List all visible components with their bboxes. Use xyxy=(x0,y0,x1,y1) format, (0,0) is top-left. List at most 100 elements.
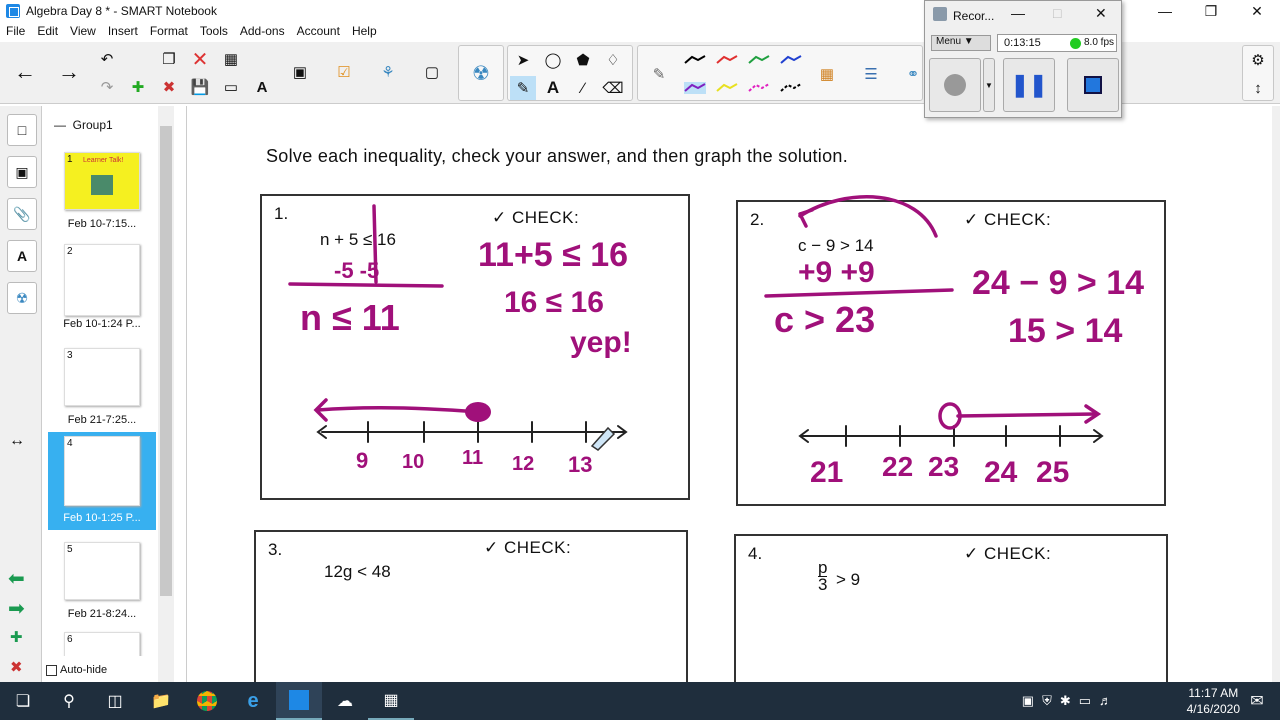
addon-icon[interactable]: ⚘ xyxy=(375,60,401,84)
menu-account[interactable]: Account xyxy=(291,24,346,38)
task-view-icon[interactable]: ◫ xyxy=(92,682,138,720)
search-icon[interactable]: ⚲ xyxy=(46,682,92,720)
record-options-button[interactable]: ▼ xyxy=(983,58,995,112)
pen-purple-icon[interactable] xyxy=(684,82,706,94)
notifications-icon[interactable]: ✉ xyxy=(1234,682,1280,720)
eraser-icon[interactable]: ⌫ xyxy=(600,76,626,100)
recorder-taskbar-icon[interactable]: ▦ xyxy=(368,682,414,720)
resize-sidebar-icon[interactable]: ↔ xyxy=(9,432,25,450)
ink-p1-tick-13: 13 xyxy=(568,452,592,477)
select-arrow-icon[interactable]: ➤ xyxy=(510,48,536,72)
stop-button[interactable] xyxy=(1067,58,1119,112)
pen-blue-icon[interactable] xyxy=(780,54,802,66)
shape-recognition-icon[interactable]: ◯ xyxy=(540,48,566,72)
page-thumb-3[interactable]: 3 Feb 21-7:25... xyxy=(48,344,156,440)
sidebar-delete-page-icon[interactable]: ✖ xyxy=(10,658,23,676)
recorder-maximize-button[interactable]: □ xyxy=(1053,5,1061,21)
tools-group-a: ☢ xyxy=(458,45,504,101)
gallery-tab-icon[interactable]: ▣ xyxy=(7,156,37,188)
line-style-icon[interactable]: ☰ xyxy=(858,62,884,86)
autohide-checkbox[interactable] xyxy=(46,664,57,676)
redo-icon[interactable]: ↷ xyxy=(94,75,120,99)
page-thumb-4[interactable]: 4 Feb 10-1:25 P... xyxy=(48,432,156,530)
addons-tab-icon[interactable]: ☢ xyxy=(7,282,37,314)
page-thumb-2[interactable]: 2 Feb 10-1:24 P... xyxy=(48,240,156,336)
menu-tools[interactable]: Tools xyxy=(194,24,234,38)
windows-start-icon[interactable]: ❏ xyxy=(0,682,46,720)
recorder-window: Recor... — □ ✕ Menu ▼ 0:13:15 8.0 fps ▼ … xyxy=(924,0,1122,118)
pen-black-icon[interactable] xyxy=(684,54,706,66)
color-palette-icon[interactable]: ▦ xyxy=(814,62,840,86)
system-tray-icons[interactable]: ▣⛨✱▭♬ xyxy=(1022,693,1120,709)
menu-insert[interactable]: Insert xyxy=(102,24,144,38)
text-icon[interactable]: A xyxy=(540,76,566,100)
menu-help[interactable]: Help xyxy=(346,24,383,38)
menu-file[interactable]: File xyxy=(0,24,31,38)
table-icon[interactable]: ▦ xyxy=(218,47,244,71)
ink-p1-result: n ≤ 11 xyxy=(300,297,400,338)
group-header[interactable]: — Group1▼ xyxy=(54,118,169,132)
puzzle-addon-icon[interactable]: ☢ xyxy=(468,61,494,85)
pens-icon[interactable]: ✎ xyxy=(510,76,536,100)
chrome-icon[interactable] xyxy=(184,682,230,720)
pen-red-icon[interactable] xyxy=(716,54,738,66)
sidebar-prev-page-icon[interactable]: ⬅ xyxy=(8,566,25,591)
page-thumb-1[interactable]: 1 Learner Talk! Feb 10-7:15... xyxy=(48,148,156,244)
previous-page-arrow-icon[interactable]: ← xyxy=(12,59,38,84)
sorter-scrollbar[interactable] xyxy=(158,106,174,682)
delete-icon[interactable]: ✕ xyxy=(187,47,213,71)
pen-yellow-icon[interactable] xyxy=(716,82,738,94)
document-camera-icon[interactable]: ▢ xyxy=(419,60,445,84)
ink-p1-check3: yep! xyxy=(570,326,632,359)
menu-format[interactable]: Format xyxy=(144,24,194,38)
minimize-button[interactable]: — xyxy=(1142,0,1188,22)
edge-icon[interactable]: e xyxy=(230,682,276,720)
pen-green-icon[interactable] xyxy=(748,54,770,66)
page-sorter-tab-icon[interactable]: □ xyxy=(7,114,37,146)
menu-addons[interactable]: Add-ons xyxy=(234,24,291,38)
gear-icon[interactable]: ⚙ xyxy=(1245,48,1271,72)
side-tabs: □ ▣ 📎 A ☢ ↔ ⬅ ➡ ✚ ✖ xyxy=(0,106,42,682)
pen-magenta-dashed-icon[interactable] xyxy=(748,82,770,94)
clock[interactable]: 11:17 AM 4/16/2020 xyxy=(1187,685,1240,717)
paste-icon[interactable]: ❐ xyxy=(156,47,182,71)
sidebar-add-page-icon[interactable]: ✚ xyxy=(10,628,23,646)
menu-edit[interactable]: Edit xyxy=(31,24,64,38)
pause-button[interactable]: ❚❚ xyxy=(1003,58,1055,112)
menu-view[interactable]: View xyxy=(64,24,102,38)
recorder-menu-dropdown[interactable]: Menu ▼ xyxy=(931,35,991,51)
sidebar-next-page-icon[interactable]: ➡ xyxy=(8,596,25,621)
close-button[interactable]: ✕ xyxy=(1234,0,1280,22)
undo-icon[interactable]: ↶ xyxy=(94,47,120,71)
properties-tab-icon[interactable]: A xyxy=(7,240,37,272)
recorder-close-button[interactable]: ✕ xyxy=(1095,5,1107,22)
smart-ink-icon[interactable]: ☁ xyxy=(322,682,368,720)
capture-icon[interactable]: ▣ xyxy=(287,60,313,84)
next-page-arrow-icon[interactable]: → xyxy=(56,59,82,84)
smart-notebook-taskbar-icon[interactable] xyxy=(276,682,322,720)
page-scrollbar[interactable] xyxy=(1272,106,1280,682)
pen-black-dashed-icon[interactable] xyxy=(780,82,802,94)
delete-page-icon[interactable]: ✖ xyxy=(156,75,182,99)
page-thumb-6[interactable]: 6 xyxy=(48,628,156,656)
fill-icon[interactable]: ♢ xyxy=(600,48,626,72)
screen-shade-icon[interactable]: ▭ xyxy=(218,75,244,99)
autohide-option[interactable]: Auto-hide xyxy=(46,664,107,676)
page-thumb-5[interactable]: 5 Feb 21-8:24... xyxy=(48,538,156,634)
move-toolbar-icon[interactable]: ↕ xyxy=(1245,76,1271,100)
notebook-page[interactable]: Solve each inequality, check your answer… xyxy=(188,106,1272,682)
record-button[interactable] xyxy=(929,58,981,112)
recorder-minimize-button[interactable]: — xyxy=(1011,5,1025,21)
text-format-icon[interactable]: A xyxy=(249,75,275,99)
file-explorer-icon[interactable]: 📁 xyxy=(138,682,184,720)
attachments-tab-icon[interactable]: 📎 xyxy=(7,198,37,230)
sorter-scroll-thumb[interactable] xyxy=(160,126,172,596)
pen-type-icon[interactable]: ✎ xyxy=(646,62,672,86)
restore-button[interactable]: ❐ xyxy=(1188,0,1234,22)
link-icon[interactable]: ⚭ xyxy=(900,62,926,86)
response-icon[interactable]: ☑ xyxy=(331,60,357,84)
line-icon[interactable]: ∕ xyxy=(570,76,596,100)
shapes-icon[interactable]: ⬟ xyxy=(570,48,596,72)
save-icon[interactable]: 💾 xyxy=(187,75,213,99)
add-page-icon[interactable]: ✚ xyxy=(125,75,151,99)
